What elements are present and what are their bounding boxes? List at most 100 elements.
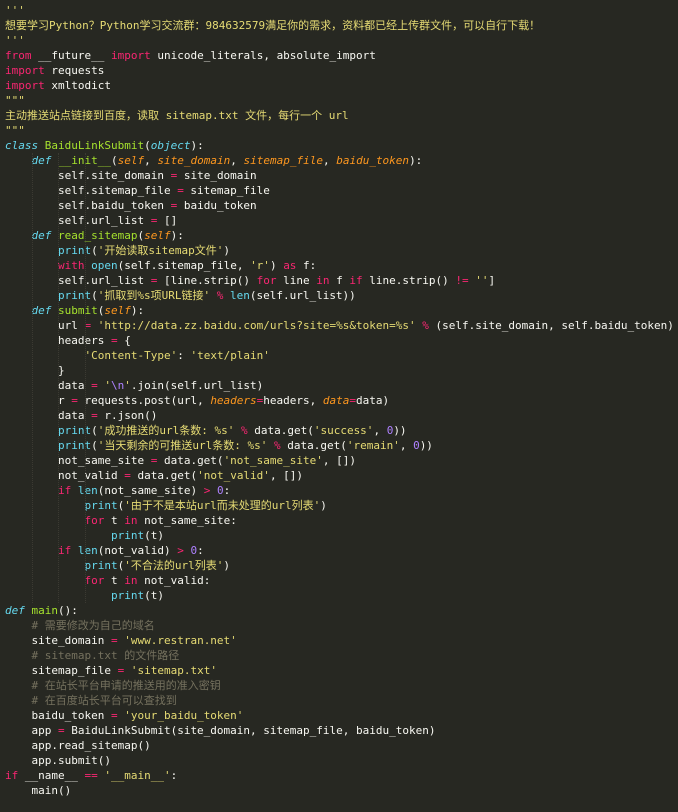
- code-token: =: [91, 379, 98, 392]
- code-token: =: [110, 334, 118, 347]
- code-line: print(t): [0, 528, 678, 543]
- code-token: =: [91, 409, 98, 422]
- code-token: if: [349, 274, 363, 287]
- code-token: len: [229, 289, 250, 302]
- code-token: site_domain: [177, 169, 257, 182]
- code-token: (: [91, 439, 98, 452]
- code-token: =: [71, 394, 78, 407]
- code-token: self: [104, 304, 131, 317]
- code-token: ,: [322, 154, 337, 167]
- code-token: BaiduLinkSubmit: [44, 139, 145, 152]
- code-token: len: [77, 544, 98, 557]
- code-token: (self.site_domain, self.baidu_token): [428, 319, 674, 332]
- code-line: def submit(self):: [0, 303, 678, 318]
- code-line: 想要学习Python？Python学习交流群：984632579满足你的需求，资…: [0, 18, 678, 33]
- code-token: '成功推送的url条数: %s': [97, 424, 235, 437]
- code-line: # sitemap.txt 的文件路径: [0, 648, 678, 663]
- code-line: with open(self.sitemap_file, 'r') as f:: [0, 258, 678, 273]
- code-token: BaiduLinkSubmit(site_domain, sitemap_fil…: [64, 724, 436, 737]
- code-line: self.site_domain = site_domain: [0, 168, 678, 183]
- code-token: , []): [269, 469, 304, 482]
- code-line: print('成功推送的url条数: %s' % data.get('succe…: [0, 423, 678, 438]
- code-token: (: [91, 424, 98, 437]
- code-token: requests.post(url,: [77, 394, 211, 407]
- code-line: headers = {: [0, 333, 678, 348]
- code-token: ): [269, 259, 284, 272]
- code-token: line.strip(): [362, 274, 456, 287]
- code-token: main: [31, 604, 59, 617]
- code-token: r.json(): [97, 409, 158, 422]
- code-token: headers,: [263, 394, 323, 407]
- code-line: self.url_list = [line.strip() for line i…: [0, 273, 678, 288]
- code-line: def main():: [0, 603, 678, 618]
- code-token: ): [223, 244, 230, 257]
- code-token: =: [177, 184, 184, 197]
- code-token: data): [356, 394, 390, 407]
- code-token: self.site_domain: [5, 169, 171, 182]
- code-token: def: [31, 229, 52, 242]
- code-token: ,: [230, 154, 244, 167]
- code-token: '__main__': [104, 769, 171, 782]
- code-token: if: [57, 484, 72, 497]
- code-token: not_valid: [5, 469, 125, 482]
- code-token: for: [84, 514, 105, 527]
- code-token: :: [170, 769, 178, 782]
- code-token: line: [276, 274, 317, 287]
- code-token: # 需要修改为自己的域名: [31, 619, 155, 632]
- code-token: =: [57, 724, 65, 737]
- code-line: app.read_sitemap(): [0, 738, 678, 753]
- code-editor[interactable]: ''' 想要学习Python？Python学习交流群：984632579满足你的需…: [0, 0, 678, 812]
- code-token: main(): [5, 784, 72, 797]
- code-token: class: [5, 139, 39, 152]
- code-token: [line.strip(): [157, 274, 257, 287]
- code-area[interactable]: ''' 想要学习Python？Python学习交流群：984632579满足你的需…: [0, 3, 678, 798]
- code-line: if len(not_valid) > 0:: [0, 543, 678, 558]
- code-token: ,: [399, 439, 414, 452]
- code-token: ''': [5, 34, 25, 47]
- indent-guide: [31, 153, 33, 603]
- code-token: .join(self.url_list): [130, 379, 264, 392]
- code-line: # 在百度站长平台可以查找到: [0, 693, 678, 708]
- code-line: for t in not_valid:: [0, 573, 678, 588]
- code-token: t: [104, 574, 125, 587]
- code-token: baidu_token: [5, 709, 111, 722]
- code-token: ):: [190, 139, 204, 152]
- code-token: {: [117, 334, 131, 347]
- code-token: f:: [296, 259, 317, 272]
- code-line: def __init__(self, site_domain, sitemap_…: [0, 153, 678, 168]
- code-token: data: [322, 394, 350, 407]
- code-token: self: [144, 229, 171, 242]
- code-token: not_same_site: [5, 454, 151, 467]
- code-token: in: [124, 514, 138, 527]
- code-line: """: [0, 123, 678, 138]
- code-line: print('开始读取sitemap文件'): [0, 243, 678, 258]
- code-token: xmltodict: [44, 79, 111, 92]
- code-line: print('当天剩余的可推送url条数: %s' % data.get('re…: [0, 438, 678, 453]
- code-token: data: [5, 379, 92, 392]
- code-line: baidu_token = 'your_baidu_token': [0, 708, 678, 723]
- code-token: r: [5, 394, 72, 407]
- code-token: (t): [144, 529, 164, 542]
- code-token: in: [124, 574, 138, 587]
- code-line: data = '\n'.join(self.url_list): [0, 378, 678, 393]
- code-line: print(t): [0, 588, 678, 603]
- code-token: self.url_list: [5, 214, 151, 227]
- code-token: =: [110, 634, 118, 647]
- code-line: app = BaiduLinkSubmit(site_domain, sitem…: [0, 723, 678, 738]
- code-token: ): [320, 499, 327, 512]
- indent-guide: [58, 153, 59, 603]
- code-line: if __name__ == '__main__':: [0, 768, 678, 783]
- code-line: site_domain = 'www.restran.net': [0, 633, 678, 648]
- code-line: class BaiduLinkSubmit(object):: [0, 138, 678, 153]
- code-line: ''': [0, 33, 678, 48]
- code-token: sitemap_file: [5, 664, 118, 677]
- code-token: data.get(: [280, 439, 347, 452]
